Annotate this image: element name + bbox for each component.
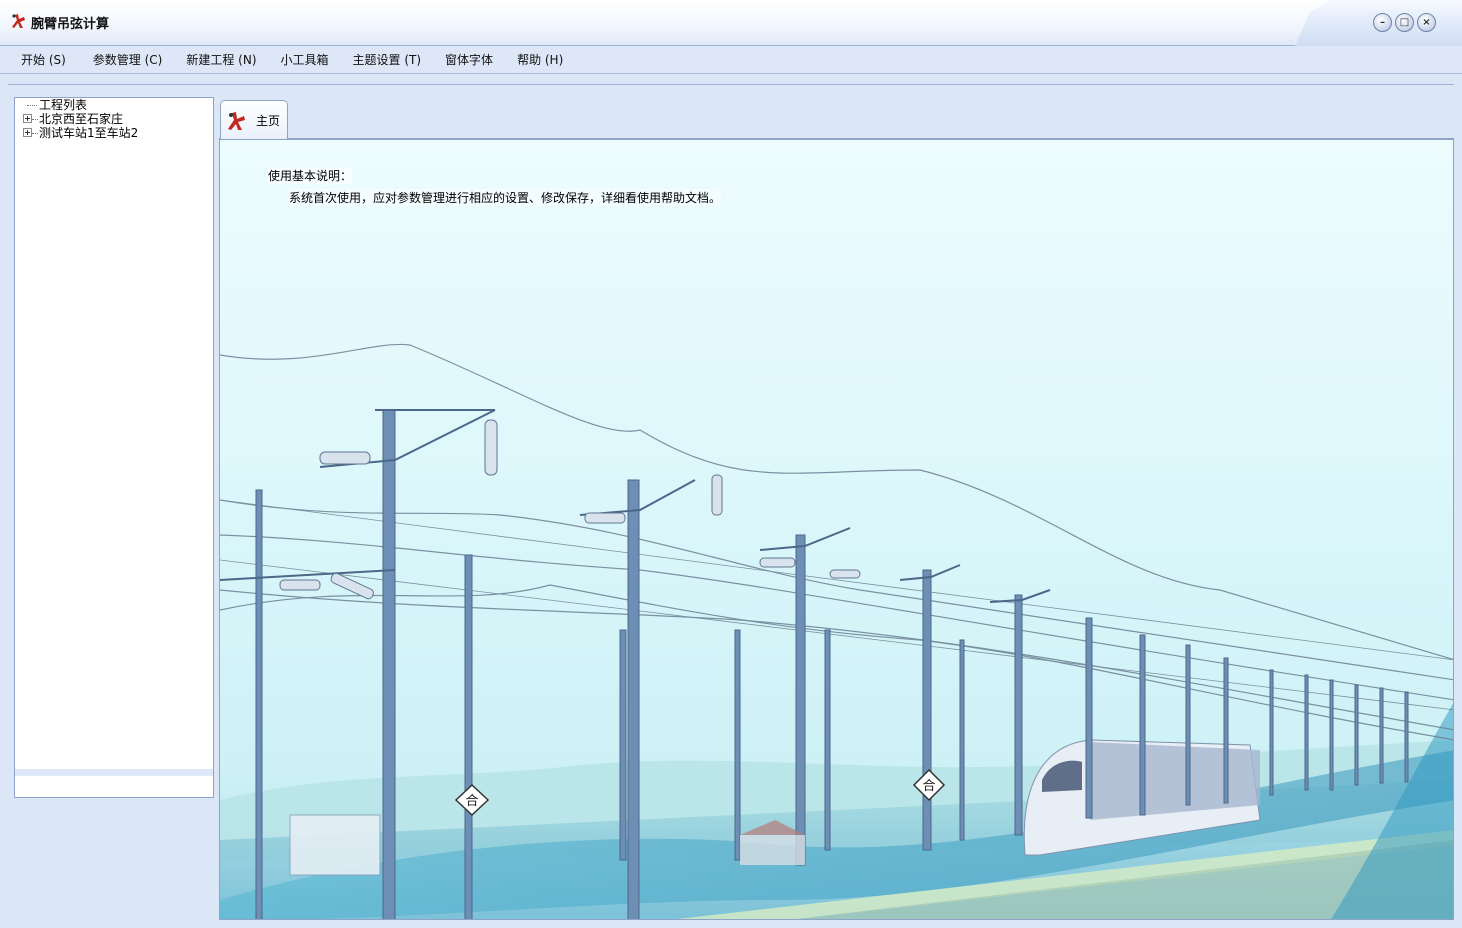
project-tree[interactable]: 工程列表 北京西至石家庄 测试车站1至车站2 [14,97,214,798]
menu-toolbox[interactable]: 小工具箱 [269,51,341,68]
tab-home[interactable]: 主页 [220,100,288,139]
window-controls: – □ × [1373,13,1436,32]
home-tab-icon [228,112,245,130]
menu-font[interactable]: 窗体字体 [433,51,505,68]
sign-text-1: 合 [465,794,478,809]
menu-bar: 开始 (S) 参数管理 (C) 新建工程 (N) 小工具箱 主题设置 (T) 窗… [0,46,1462,74]
content-divider [8,84,1454,85]
menu-help[interactable]: 帮助 (H) [505,51,575,68]
tree-root[interactable]: 工程列表 [15,98,213,112]
maximize-icon[interactable]: □ [1395,13,1414,32]
minimize-icon[interactable]: – [1373,13,1392,32]
title-bar: 腕臂吊弦计算 – □ × [0,0,1462,46]
tree-root-label: 工程列表 [39,98,88,112]
tree-expand-icon[interactable] [23,114,32,123]
home-page: 合 合 使用基本说明： 系统首次使用，应对参数管理进行相应的设置、修改保存，详细… [219,139,1454,920]
tree-item[interactable]: 测试车站1至车站2 [15,126,213,140]
instruction-body: 系统首次使用，应对参数管理进行相应的设置、修改保存，详细看使用帮助文档。 [289,189,722,206]
close-icon[interactable]: × [1417,13,1436,32]
menu-start[interactable]: 开始 (S) [9,51,78,68]
tree-line [27,105,37,106]
sign-text-2: 合 [922,779,935,794]
tree-item-label: 测试车站1至车站2 [39,126,139,140]
app-logo-icon [12,14,25,28]
tree-line [32,119,38,120]
tab-home-label: 主页 [256,114,281,128]
tree-item-label: 北京西至石家庄 [39,112,124,126]
railway-background-image: 合 合 [220,343,1453,919]
status-strip [0,920,1462,928]
tree-expand-icon[interactable] [23,128,32,137]
tree-item[interactable]: 北京西至石家庄 [15,112,213,126]
menu-theme[interactable]: 主题设置 (T) [341,51,434,68]
instruction-title: 使用基本说明： [268,167,353,184]
menu-new-project[interactable]: 新建工程 (N) [174,51,268,68]
window-title: 腕臂吊弦计算 [31,17,110,32]
menu-params[interactable]: 参数管理 (C) [81,51,175,68]
tree-horizontal-scrollbar[interactable] [15,769,213,776]
tree-line [32,133,38,134]
title-tab [0,0,1330,46]
